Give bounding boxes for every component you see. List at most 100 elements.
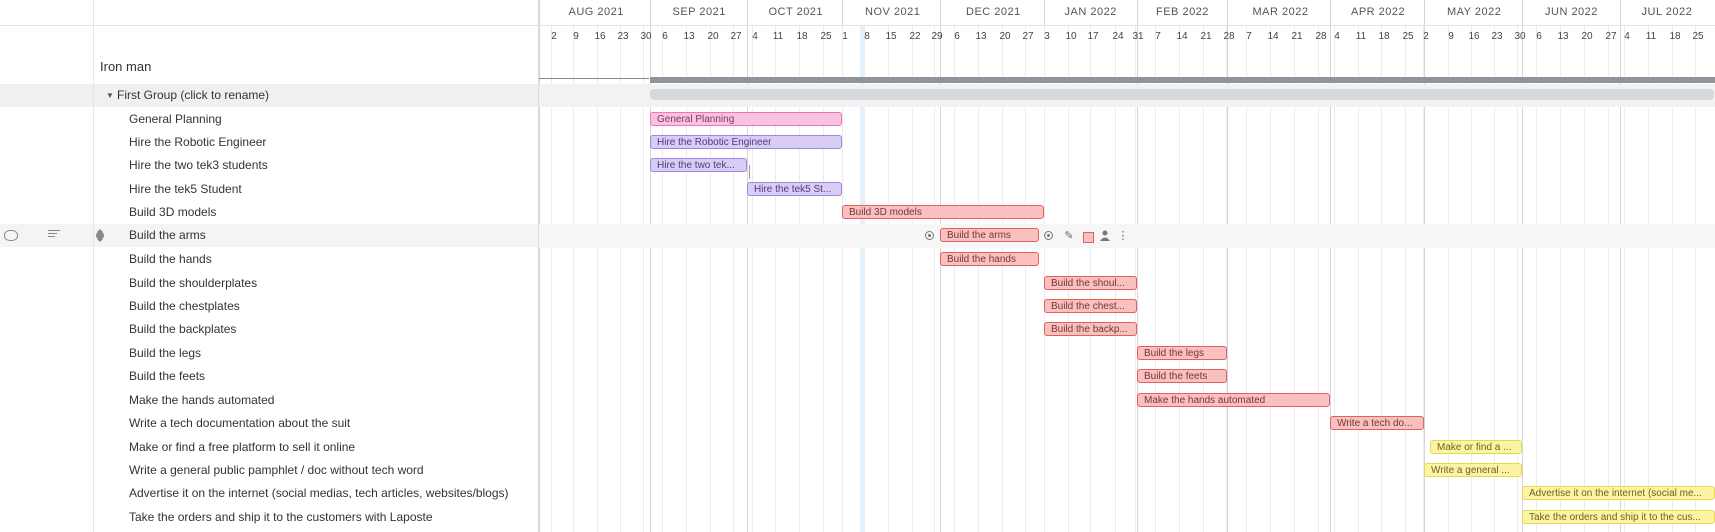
task-bar[interactable]: Build the chest... [1044, 299, 1137, 313]
day-label: 13 [1557, 31, 1569, 42]
task-row[interactable]: Advertise it on the internet (social med… [0, 482, 538, 505]
task-label[interactable]: Build the chestplates [129, 299, 240, 313]
assign-user-icon[interactable] [1098, 229, 1112, 243]
task-row[interactable]: Build the shoulderplates [0, 272, 538, 295]
task-bar[interactable]: General Planning [650, 112, 842, 126]
day-label: 3 [1044, 31, 1050, 42]
panel-border[interactable] [538, 0, 539, 532]
task-bar[interactable]: Hire the Robotic Engineer [650, 135, 842, 149]
day-label: 21 [1291, 31, 1303, 42]
task-row[interactable]: Hire the Robotic Engineer [0, 131, 538, 154]
task-bar[interactable]: Make or find a ... [1430, 440, 1522, 454]
day-label: 4 [1624, 31, 1630, 42]
task-label[interactable]: Make or find a free platform to sell it … [129, 440, 355, 454]
group-summary-bar[interactable] [650, 89, 1714, 100]
day-label: 25 [820, 31, 832, 42]
task-row[interactable]: General Planning [0, 108, 538, 131]
task-label[interactable]: General Planning [129, 112, 222, 126]
task-label[interactable]: Make the hands automated [129, 393, 274, 407]
task-label[interactable]: Write a general public pamphlet / doc wi… [129, 463, 424, 477]
task-bar[interactable]: Take the orders and ship it to the cus..… [1522, 510, 1715, 524]
task-row[interactable]: Hire the two tek3 students [0, 154, 538, 177]
task-label[interactable]: Take the orders and ship it to the custo… [129, 510, 433, 524]
task-row[interactable]: Make the hands automated [0, 389, 538, 412]
task-bar[interactable]: Build 3D models [842, 205, 1044, 219]
day-label: 23 [1491, 31, 1503, 42]
task-label[interactable]: Build the feets [129, 369, 205, 383]
task-bar[interactable]: Hire the tek5 St... [747, 182, 842, 196]
task-row[interactable]: Build the legs [0, 342, 538, 365]
day-label: 27 [1605, 31, 1617, 42]
task-row[interactable]: Write a general public pamphlet / doc wi… [0, 459, 538, 482]
target-icon[interactable] [1044, 231, 1053, 240]
color-swatch-icon[interactable] [1083, 232, 1094, 243]
notes-icon[interactable] [48, 230, 60, 240]
task-row[interactable]: Build the arms [0, 224, 538, 247]
day-label: 20 [707, 31, 719, 42]
task-label[interactable]: Hire the Robotic Engineer [129, 135, 266, 149]
task-label[interactable]: Build 3D models [129, 205, 216, 219]
task-bar[interactable]: Make the hands automated [1137, 393, 1330, 407]
day-label: 9 [1448, 31, 1454, 42]
day-label: 16 [594, 31, 606, 42]
task-row[interactable]: Make or find a free platform to sell it … [0, 436, 538, 459]
month-label: JAN 2022 [1064, 6, 1117, 18]
task-row[interactable]: Build 3D models [0, 201, 538, 224]
day-label: 27 [730, 31, 742, 42]
task-row[interactable]: Take the orders and ship it to the custo… [0, 506, 538, 529]
day-label: 6 [954, 31, 960, 42]
task-bar[interactable]: Write a tech do... [1330, 416, 1424, 430]
comment-icon[interactable] [4, 230, 18, 241]
day-label: 11 [1355, 31, 1367, 42]
task-label[interactable]: Advertise it on the internet (social med… [129, 486, 509, 500]
day-label: 11 [1645, 31, 1657, 42]
task-bar[interactable]: Build the hands [940, 252, 1039, 266]
day-label: 30 [1514, 31, 1526, 42]
task-label[interactable]: Build the shoulderplates [129, 276, 257, 290]
task-row[interactable]: Build the hands [0, 248, 538, 271]
task-row[interactable]: Build the feets [0, 365, 538, 388]
gantt-app: AUG 2021 SEP 2021 OCT 2021 NOV 2021 DEC 2021… [0, 0, 1715, 532]
task-label[interactable]: Build the arms [129, 228, 206, 242]
header-separator [0, 25, 1715, 26]
group-row[interactable]: ▼ First Group (click to rename) [0, 84, 538, 107]
month-label: FEB 2022 [1156, 6, 1209, 18]
task-bar[interactable]: Write a general ... [1424, 463, 1522, 477]
task-label[interactable]: Build the hands [129, 252, 212, 266]
day-label: 11 [772, 31, 784, 42]
task-bar[interactable]: Build the backp... [1044, 322, 1137, 336]
day-label: 27 [1022, 31, 1034, 42]
day-label: 20 [1581, 31, 1593, 42]
task-bar[interactable]: Build the shoul... [1044, 276, 1137, 290]
task-bar[interactable]: Build the legs [1137, 346, 1227, 360]
dependency-connector [749, 165, 750, 179]
day-label: 15 [885, 31, 897, 42]
more-icon[interactable]: ⋮ [1116, 229, 1130, 243]
task-bar[interactable]: Hire the two tek... [650, 158, 747, 172]
group-label[interactable]: First Group (click to rename) [117, 88, 269, 102]
task-row[interactable]: Hire the tek5 Student [0, 178, 538, 201]
task-row[interactable]: Build the chestplates [0, 295, 538, 318]
task-bar[interactable]: Advertise it on the internet (social me.… [1522, 486, 1715, 500]
month-label: MAY 2022 [1447, 6, 1502, 18]
task-label[interactable]: Build the legs [129, 346, 201, 360]
drag-handle-icon[interactable] [95, 229, 105, 242]
task-label[interactable]: Hire the two tek3 students [129, 158, 268, 172]
day-label: 21 [1200, 31, 1212, 42]
day-label: 9 [573, 31, 579, 42]
task-row[interactable]: Write a tech documentation about the sui… [0, 412, 538, 435]
task-label[interactable]: Build the backplates [129, 322, 236, 336]
task-label[interactable]: Write a tech documentation about the sui… [129, 416, 350, 430]
task-row[interactable]: Build the backplates [0, 318, 538, 341]
target-icon[interactable] [925, 231, 934, 240]
project-title[interactable]: Iron man [100, 59, 151, 74]
day-label: 4 [1334, 31, 1340, 42]
project-summary-bar[interactable] [650, 77, 1715, 83]
task-bar[interactable]: Build the feets [1137, 369, 1227, 383]
pencil-icon[interactable]: ✎ [1062, 229, 1076, 243]
caret-down-icon[interactable]: ▼ [106, 91, 114, 100]
month-label: APR 2022 [1351, 6, 1406, 18]
task-label[interactable]: Hire the tek5 Student [129, 182, 242, 196]
task-bar[interactable]: Build the arms [940, 228, 1039, 242]
day-label: 2 [551, 31, 557, 42]
